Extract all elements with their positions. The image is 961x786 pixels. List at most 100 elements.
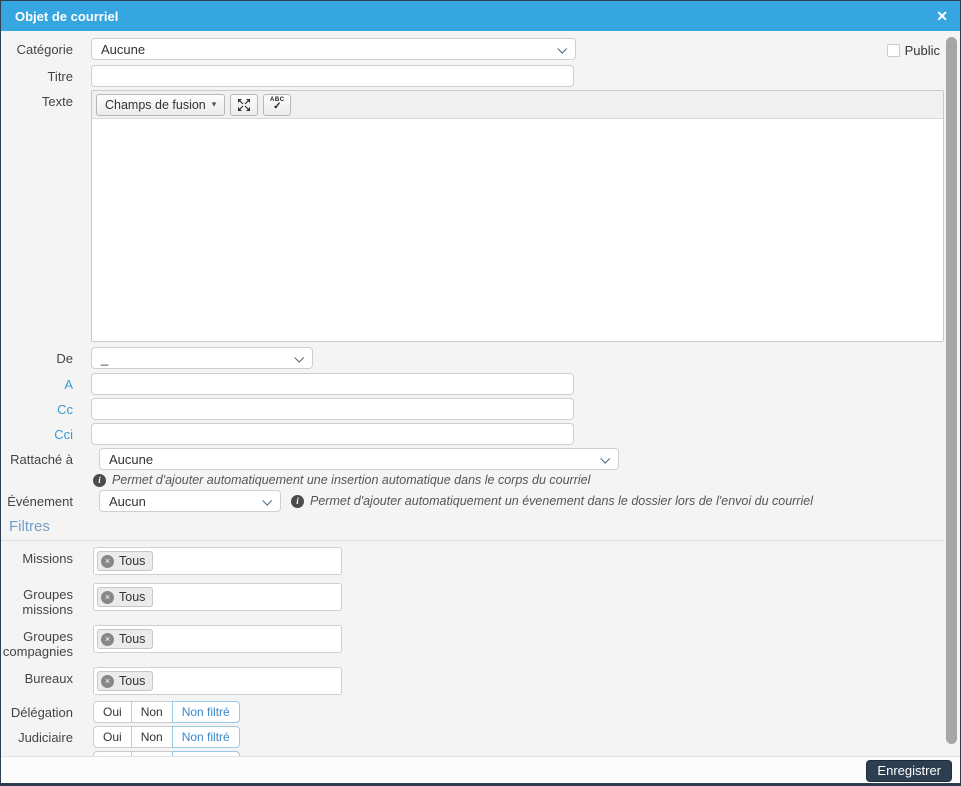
filters-heading: Filtres — [1, 514, 944, 541]
rattache-value: Aucune — [109, 451, 154, 467]
merge-fields-label: Champs de fusion — [105, 97, 206, 112]
remove-tag-icon[interactable]: × — [101, 632, 114, 646]
tag-chip: × Tous — [97, 551, 154, 571]
missions-tag-input[interactable]: × Tous — [93, 547, 342, 575]
avenant1-oui-button[interactable]: Oui — [93, 751, 132, 756]
tag-label: Tous — [119, 590, 146, 604]
judiciaire-row: Judiciaire Oui Non Non filtré — [1, 726, 960, 748]
judiciaire-non-button[interactable]: Non — [130, 726, 173, 748]
chevron-down-icon — [294, 352, 305, 363]
delegation-nonfiltre-button[interactable]: Non filtré — [171, 701, 240, 723]
bureaux-row: Bureaux × Tous — [1, 667, 960, 695]
cci-input[interactable] — [91, 423, 574, 445]
public-field: Public — [886, 43, 940, 58]
chevron-down-icon: ▾ — [211, 99, 217, 109]
rattache-label: Rattaché à — [10, 452, 73, 467]
bureaux-label: Bureaux — [24, 671, 73, 686]
judiciaire-oui-button[interactable]: Oui — [93, 726, 132, 748]
editor-toolbar: Champs de fusion ▾ ABC ✓ — [92, 91, 943, 119]
fullscreen-icon — [238, 98, 251, 111]
judiciaire-toggle-group: Oui Non Non filtré — [93, 726, 240, 748]
evenement-value: Aucun — [109, 493, 146, 509]
groupes-missions-row: Groupes missions × Tous — [1, 583, 960, 617]
avenant1-nonfiltre-button[interactable]: Non filtré — [171, 751, 240, 756]
cc-label[interactable]: Cc — [1, 398, 73, 417]
tag-label: Tous — [119, 554, 146, 568]
editor-text-area[interactable] — [92, 119, 943, 341]
a-row: A — [1, 373, 960, 395]
richtext-editor: Champs de fusion ▾ ABC ✓ — [91, 90, 944, 342]
merge-fields-button[interactable]: Champs de fusion ▾ — [96, 93, 226, 116]
titre-row: Titre — [1, 65, 960, 87]
evenement-row: Événement Aucun i Permet d'ajouter autom… — [1, 490, 960, 512]
spellcheck-icon: ABC ✓ — [270, 97, 285, 112]
email-subject-dialog: Objet de courriel ✕ Catégorie Aucune Pub… — [0, 0, 961, 786]
titre-input[interactable] — [91, 65, 574, 87]
dialog-titlebar: Objet de courriel ✕ — [1, 1, 960, 31]
delegation-oui-button[interactable]: Oui — [93, 701, 132, 723]
tag-chip: × Tous — [97, 629, 154, 649]
judiciaire-label: Judiciaire — [18, 729, 73, 745]
de-row: De _ — [1, 347, 960, 369]
categorie-row: Catégorie Aucune — [1, 38, 960, 60]
remove-tag-icon[interactable]: × — [101, 674, 114, 688]
bureaux-tag-input[interactable]: × Tous — [93, 667, 342, 695]
fullscreen-button[interactable] — [230, 93, 259, 116]
delegation-toggle-group: Oui Non Non filtré — [93, 701, 240, 723]
groupes-compagnies-row: Groupes compagnies × Tous — [1, 625, 960, 659]
rattache-help: i Permet d'ajouter automatiquement une i… — [93, 472, 960, 488]
judiciaire-nonfiltre-button[interactable]: Non filtré — [171, 726, 240, 748]
avenant1-non-button[interactable]: Non — [130, 751, 173, 756]
evenement-select[interactable]: Aucun — [99, 490, 281, 512]
groupes-compagnies-label: Groupes compagnies — [2, 629, 73, 659]
texte-label: Texte — [41, 94, 73, 109]
a-label[interactable]: A — [1, 373, 73, 392]
cc-row: Cc — [1, 398, 960, 420]
cci-row: Cci — [1, 423, 960, 445]
de-select[interactable]: _ — [91, 347, 313, 369]
a-input[interactable] — [91, 373, 574, 395]
missions-row: Missions × Tous — [1, 547, 960, 575]
remove-tag-icon[interactable]: × — [101, 590, 114, 604]
info-icon: i — [291, 494, 304, 508]
avenant1-toggle-group: Oui Non Non filtré — [93, 751, 240, 756]
de-label: De — [56, 351, 73, 366]
public-label: Public — [904, 43, 940, 58]
evenement-help: i Permet d'ajouter automatiquement un év… — [291, 490, 813, 508]
categorie-label: Catégorie — [16, 42, 73, 57]
delegation-label: Délégation — [10, 704, 73, 720]
groupes-missions-label: Groupes missions — [22, 587, 73, 617]
titre-label: Titre — [47, 69, 73, 84]
close-icon[interactable]: ✕ — [936, 9, 948, 23]
categorie-select[interactable]: Aucune — [91, 38, 576, 60]
public-checkbox[interactable] — [886, 44, 900, 57]
dialog-footer: Enregistrer — [1, 756, 960, 783]
tag-chip: × Tous — [97, 671, 154, 691]
cci-label[interactable]: Cci — [1, 423, 73, 442]
dialog-title: Objet de courriel — [15, 8, 119, 24]
groupes-compagnies-tag-input[interactable]: × Tous — [93, 625, 342, 653]
tag-label: Tous — [119, 674, 146, 688]
dialog-content: Catégorie Aucune Public Titre Texte Cham… — [1, 31, 960, 756]
spellcheck-button[interactable]: ABC ✓ — [263, 93, 292, 116]
rattache-row: Rattaché à Aucune — [1, 448, 960, 470]
missions-label: Missions — [22, 551, 73, 566]
vertical-scrollbar[interactable] — [946, 37, 957, 744]
avenant1-label: Avenant 1 — [1, 755, 73, 757]
evenement-label: Événement — [7, 494, 73, 509]
evenement-help-text: Permet d'ajouter automatiquement un éven… — [310, 494, 813, 508]
remove-tag-icon[interactable]: × — [101, 554, 114, 568]
groupes-missions-tag-input[interactable]: × Tous — [93, 583, 342, 611]
de-value: _ — [101, 350, 109, 366]
chevron-down-icon — [600, 453, 611, 464]
texte-row: Texte Champs de fusion ▾ ABC ✓ — [1, 90, 960, 342]
rattache-help-text: Permet d'ajouter automatiquement une ins… — [112, 473, 591, 487]
tag-chip: × Tous — [97, 587, 154, 607]
save-button[interactable]: Enregistrer — [866, 759, 952, 782]
cc-input[interactable] — [91, 398, 574, 420]
chevron-down-icon — [262, 495, 273, 506]
chevron-down-icon — [557, 43, 568, 54]
rattache-select[interactable]: Aucune — [99, 448, 619, 470]
categorie-value: Aucune — [101, 41, 146, 57]
delegation-non-button[interactable]: Non — [130, 701, 173, 723]
